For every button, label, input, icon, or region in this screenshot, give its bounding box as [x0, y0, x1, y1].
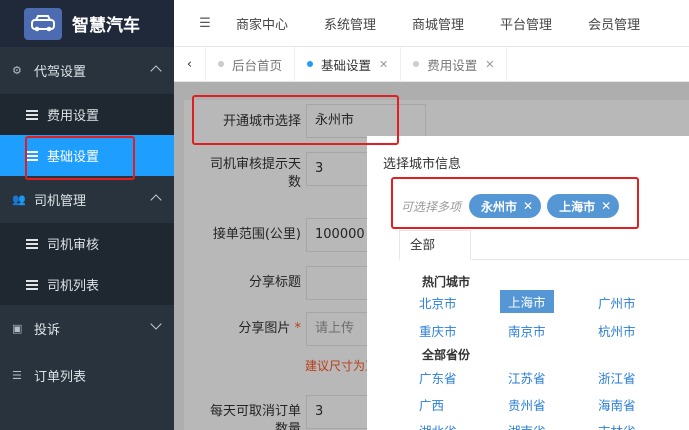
- tag-label: 永州市: [481, 199, 518, 214]
- dot-icon: [307, 61, 314, 67]
- city-select-modal: 选择城市信息 可选择多项 永州市 ✕ 上海市 ✕ 全部 热门城市 北京市 上海市…: [367, 136, 689, 430]
- provinces-title: 全部省份: [422, 348, 471, 362]
- submenu: 费用设置 基础设置: [0, 94, 174, 176]
- tab-home[interactable]: 后台首页: [206, 46, 296, 82]
- sidebar-item-label: 司机列表: [47, 279, 100, 294]
- tab-basic-settings[interactable]: 基础设置 ✕: [295, 46, 402, 82]
- tab-label: 基础设置: [321, 57, 372, 73]
- users-icon: 👥: [12, 193, 26, 206]
- app-title: 智慧汽车: [72, 16, 140, 36]
- tab-label: 费用设置: [427, 57, 478, 73]
- sidebar-item-fee-settings[interactable]: 费用设置: [0, 94, 174, 135]
- nav-system-management[interactable]: 系统管理: [324, 14, 376, 33]
- gear-icon: ⚙: [12, 64, 22, 77]
- sidebar-item-basic-settings[interactable]: 基础设置: [0, 135, 174, 176]
- nav-member-management[interactable]: 会员管理: [588, 14, 640, 33]
- tag-shanghai[interactable]: 上海市 ✕: [547, 194, 620, 218]
- sidebar-item-driver-list[interactable]: 司机列表: [0, 264, 174, 305]
- menu-toggle-icon[interactable]: ☰: [174, 16, 236, 31]
- chevron-up-icon: [150, 65, 162, 77]
- list-icon: [26, 150, 38, 161]
- tag-yongzhou[interactable]: 永州市 ✕: [469, 194, 542, 218]
- submenu: 司机审核 司机列表: [0, 223, 174, 305]
- city-item[interactable]: 南京市: [508, 321, 546, 340]
- menu-group-driver-management[interactable]: 👥 司机管理: [0, 176, 174, 223]
- sidebar-item-driver-review[interactable]: 司机审核: [0, 223, 174, 264]
- hot-cities-title: 热门城市: [422, 275, 471, 289]
- modal-title: 选择城市信息: [383, 157, 462, 172]
- tab-label: 后台首页: [232, 57, 283, 73]
- chevron-left-icon[interactable]: ‹: [174, 46, 206, 82]
- province-item[interactable]: 吉林省: [598, 421, 636, 430]
- city-item[interactable]: 杭州市: [598, 321, 636, 340]
- menu-group-label: 代驾设置: [34, 65, 87, 80]
- chevron-up-icon: [150, 194, 162, 206]
- top-nav: ☰ 商家中心 系统管理 商城管理 平台管理 会员管理: [174, 0, 689, 47]
- sidebar: 智慧汽车 ⚙ 代驾设置 费用设置 基础设置 👥 司机管理 司机审核 司机列表 ▣: [0, 0, 174, 430]
- selected-tags[interactable]: 可选择多项 永州市 ✕ 上海市 ✕: [395, 188, 635, 224]
- tag-label: 上海市: [559, 199, 596, 214]
- menu-group-complaints[interactable]: ▣ 投诉: [0, 305, 174, 352]
- nav-mall-management[interactable]: 商城管理: [412, 14, 464, 33]
- menu-group-order-list[interactable]: ☰ 订单列表: [0, 352, 174, 399]
- menu-group-label: 订单列表: [34, 370, 87, 385]
- city-item[interactable]: 重庆市: [419, 321, 457, 340]
- close-icon[interactable]: ✕: [601, 199, 611, 213]
- province-item[interactable]: 江苏省: [508, 368, 546, 387]
- province-item[interactable]: 海南省: [598, 395, 636, 414]
- province-item[interactable]: 浙江省: [598, 368, 636, 387]
- close-icon[interactable]: ✕: [523, 199, 533, 213]
- province-item[interactable]: 湖南省: [508, 421, 546, 430]
- sidebar-item-label: 司机审核: [47, 238, 100, 253]
- province-item[interactable]: 贵州省: [508, 395, 546, 414]
- menu-group-driving-settings[interactable]: ⚙ 代驾设置: [0, 47, 174, 94]
- chevron-down-icon: [150, 318, 162, 330]
- city-item[interactable]: 北京市: [419, 293, 457, 312]
- tab-fee-settings[interactable]: 费用设置 ✕: [401, 46, 508, 82]
- city-item-selected[interactable]: 上海市: [500, 290, 554, 313]
- tab-all[interactable]: 全部: [399, 230, 471, 260]
- sidebar-item-label: 费用设置: [47, 109, 100, 124]
- nav-platform-management[interactable]: 平台管理: [500, 14, 552, 33]
- province-item[interactable]: 广东省: [419, 368, 457, 387]
- city-item[interactable]: 广州市: [598, 293, 636, 312]
- dot-icon: [218, 61, 224, 67]
- list-icon: [26, 279, 38, 290]
- tags-placeholder: 可选择多项: [401, 199, 462, 214]
- dot-icon: [413, 61, 420, 67]
- menu-group-label: 投诉: [34, 323, 61, 338]
- close-icon[interactable]: ✕: [379, 58, 388, 71]
- tabs-bar: ‹ 后台首页 基础设置 ✕ 费用设置 ✕: [174, 46, 689, 82]
- sidebar-item-label: 基础设置: [47, 150, 100, 165]
- list-icon: [26, 109, 38, 120]
- list-icon: [26, 238, 38, 249]
- logo[interactable]: 智慧汽车: [0, 0, 174, 47]
- nav-merchant-center[interactable]: 商家中心: [236, 14, 288, 33]
- car-icon: [24, 7, 62, 40]
- complaint-icon: ▣: [12, 322, 23, 335]
- menu-group-label: 司机管理: [34, 194, 87, 209]
- close-icon[interactable]: ✕: [485, 58, 494, 71]
- list-icon: ☰: [12, 369, 22, 382]
- province-item[interactable]: 湖北省: [419, 421, 457, 430]
- province-item[interactable]: 广西: [419, 395, 444, 414]
